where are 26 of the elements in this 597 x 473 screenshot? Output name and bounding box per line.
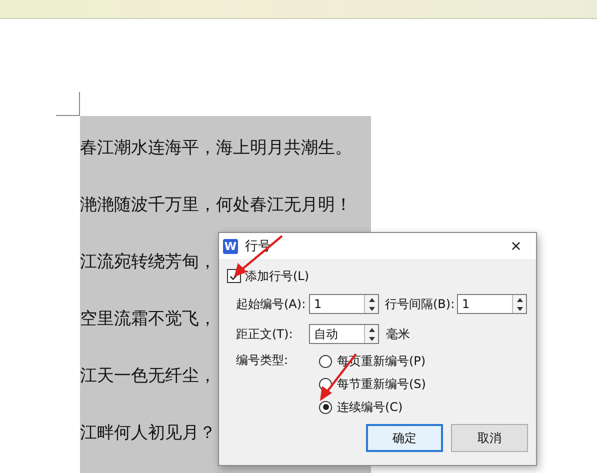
- poem-line: 滟滟随波千万里，何处春江无月明！: [80, 194, 352, 217]
- spin-field[interactable]: 1: [457, 294, 527, 314]
- spin-arrows-icon[interactable]: [512, 295, 526, 313]
- spin-field[interactable]: 自动: [309, 324, 379, 344]
- spin-field[interactable]: 1: [309, 294, 379, 314]
- ok-button[interactable]: 确定: [366, 424, 443, 452]
- radio-label: 连续编号(C): [337, 398, 403, 416]
- unit-label: 毫米: [386, 326, 410, 342]
- close-button[interactable]: ×: [496, 233, 536, 259]
- poem-line: 江流宛转绕芳甸，: [80, 251, 216, 274]
- group-label: 编号类型:: [236, 352, 290, 369]
- poem-line: 空里流霜不觉飞，: [80, 308, 216, 331]
- field-label: 距正文(T):: [236, 326, 294, 342]
- radio-button[interactable]: [319, 400, 332, 414]
- spin-arrows-icon[interactable]: [364, 325, 378, 343]
- poem-line: 春江潮水连海平，海上明月共潮生。: [80, 137, 352, 160]
- radio-button[interactable]: [319, 354, 332, 368]
- field-label: 起始编号(A):: [236, 296, 307, 312]
- poem-line: 江天一色无纤尘，: [80, 365, 216, 388]
- cancel-button[interactable]: 取消: [451, 424, 528, 452]
- checkbox-label: 添加行号(L): [245, 268, 310, 284]
- app-logo-icon: W: [223, 238, 238, 254]
- field-label: 行号间隔(B):: [385, 296, 456, 312]
- poem-line: 江畔何人初见月？: [80, 422, 216, 445]
- spin-arrows-icon[interactable]: [364, 295, 378, 313]
- radio-label: 每节重新编号(S): [337, 376, 426, 392]
